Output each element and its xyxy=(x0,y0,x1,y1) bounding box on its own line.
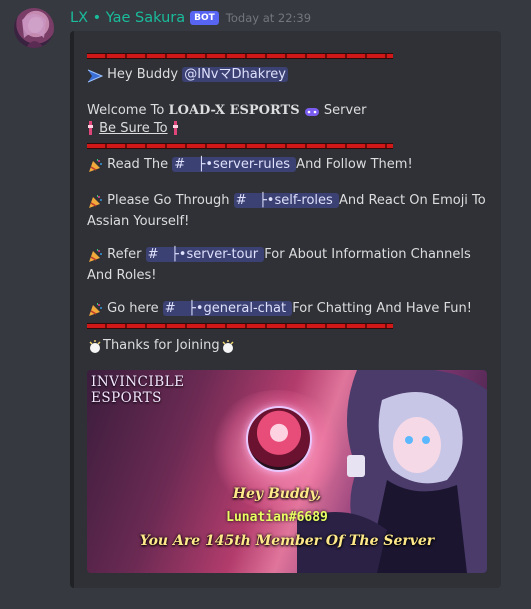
author-avatar[interactable] xyxy=(14,8,54,48)
thanks-text: Thanks for Joining xyxy=(103,338,220,353)
server-tour-suffix: For About Information Channels And Roles… xyxy=(87,247,471,283)
server-tour-line: Refer # ├•server-tour For About Informat… xyxy=(87,246,487,285)
welcome-suffix: Server xyxy=(323,103,367,118)
welcome-prefix: Welcome To xyxy=(87,103,165,118)
divider xyxy=(87,323,393,329)
rules-prefix: Read The xyxy=(107,157,169,172)
channel-label: # ├•general-chat xyxy=(164,301,287,316)
be-sure-line: Be Sure To xyxy=(87,120,180,141)
channel-label: # ├•server-tour xyxy=(147,247,259,262)
channel-self-roles[interactable]: # ├•self-roles xyxy=(233,193,339,208)
banner-title-line1: INVINCIBLE xyxy=(91,374,185,390)
author-name[interactable]: LX • Yae Sakura xyxy=(70,10,185,26)
banner-greeting: Hey Buddy, xyxy=(232,486,322,502)
message-timestamp[interactable]: Today at 22:39 xyxy=(226,11,311,25)
banner-title: INVINCIBLE ESPORTS xyxy=(91,374,184,406)
sparkle-icon xyxy=(87,339,103,358)
banner-title-line2: ESPORTS xyxy=(91,390,162,406)
general-chat-line: Go here # ├•general-chat For Chatting An… xyxy=(87,300,472,321)
welcome-embed: Hey Buddy @INvマDhakrey Welcome To LOAD-X… xyxy=(70,31,501,588)
party-popper-icon xyxy=(87,194,103,213)
divider xyxy=(87,53,393,59)
thanks-line: Thanks for Joining xyxy=(87,337,236,358)
message-header: LX • Yae Sakura BOT Today at 22:39 xyxy=(70,8,311,28)
greeting-line: Hey Buddy @INvマDhakrey xyxy=(87,66,288,87)
party-popper-icon xyxy=(87,158,103,177)
bot-badge: BOT xyxy=(190,11,219,25)
rules-suffix: And Follow Them! xyxy=(296,157,413,172)
banner-username: Lunatian#6689 xyxy=(226,510,328,525)
user-mention[interactable]: @INvマDhakrey xyxy=(182,67,288,82)
channel-server-tour[interactable]: # ├•server-tour xyxy=(145,247,265,262)
server-tour-prefix: Refer xyxy=(107,247,142,262)
self-roles-prefix: Please Go Through xyxy=(107,193,230,208)
banner-member-count: You Are 145th Member Of The Server xyxy=(139,533,435,549)
general-chat-suffix: For Chatting And Have Fun! xyxy=(292,301,472,316)
sparkle-icon xyxy=(220,339,236,358)
be-sure-text: Be Sure To xyxy=(99,121,168,136)
party-popper-icon xyxy=(87,248,103,267)
ribbon-icon xyxy=(172,121,180,141)
rules-line: Read The # ├•server-rules And Follow The… xyxy=(87,156,413,177)
server-name: LOAD-X ESPORTS xyxy=(168,103,300,118)
channel-general-chat[interactable]: # ├•general-chat xyxy=(162,301,293,316)
greeting-text: Hey Buddy xyxy=(107,67,179,82)
general-chat-prefix: Go here xyxy=(107,301,159,316)
controller-icon xyxy=(304,104,320,123)
arrow-icon xyxy=(87,68,103,87)
channel-server-rules[interactable]: # ├•server-rules xyxy=(172,157,297,172)
channel-label: # ├•self-roles xyxy=(235,193,333,208)
party-popper-icon xyxy=(87,302,103,321)
channel-label: # ├•server-rules xyxy=(174,157,291,172)
ribbon-icon xyxy=(87,121,95,141)
welcome-banner-image[interactable]: INVINCIBLE ESPORTS Hey Buddy, Lunatian#6… xyxy=(87,370,487,573)
self-roles-line: Please Go Through # ├•self-roles And Rea… xyxy=(87,192,487,231)
new-member-avatar xyxy=(246,406,312,472)
divider xyxy=(87,143,393,149)
